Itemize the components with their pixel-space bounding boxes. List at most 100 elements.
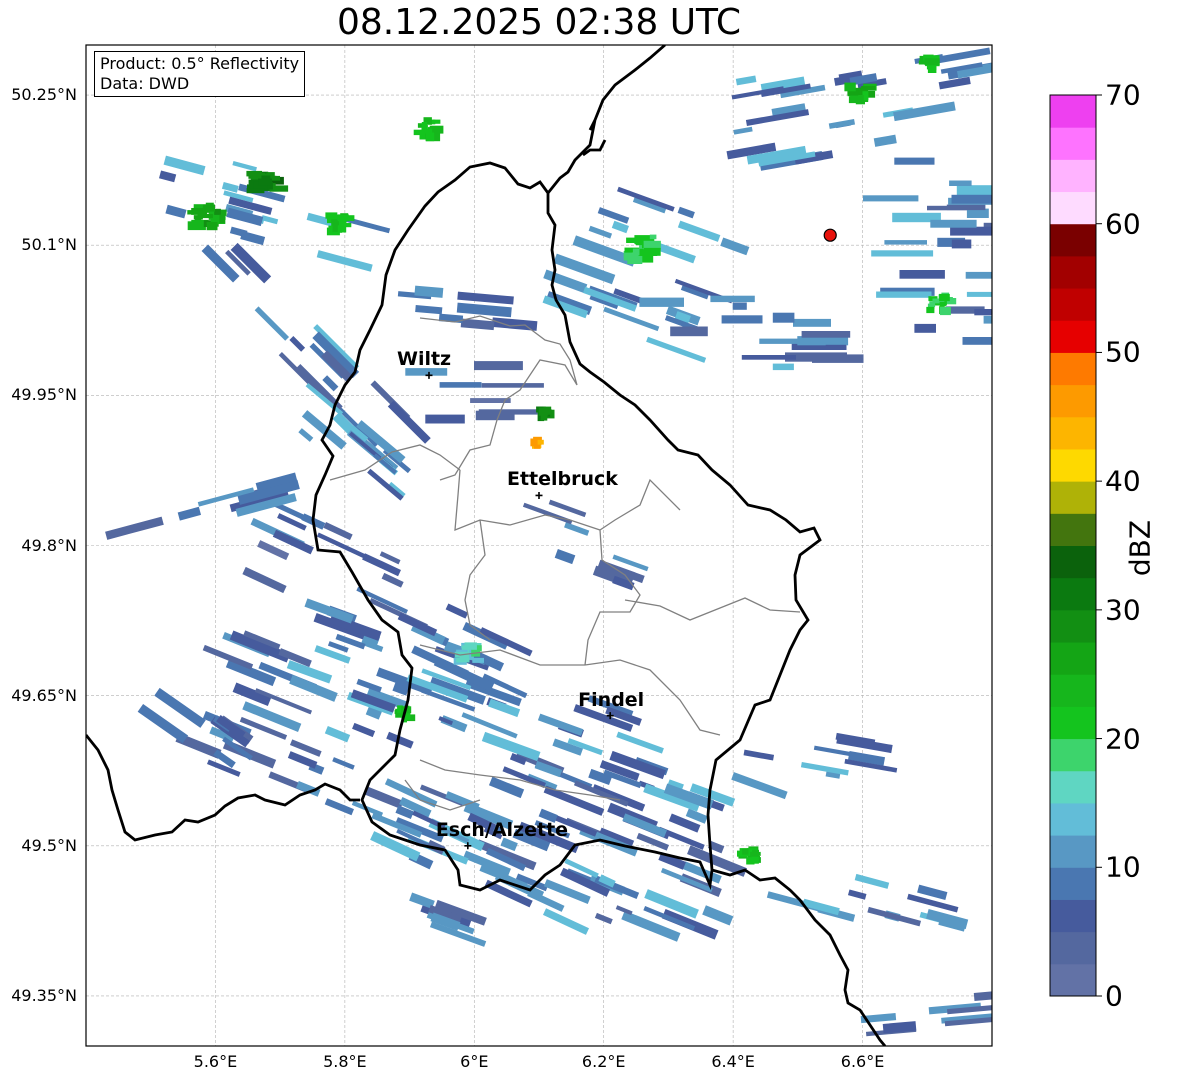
echo-cell [741, 355, 796, 360]
colorbar-segment [1050, 577, 1096, 611]
colorbar-segment [1050, 931, 1096, 965]
colorbar-segment [1050, 95, 1096, 128]
core-cell [246, 188, 265, 194]
core-cell [472, 657, 484, 663]
echo-cell [876, 291, 932, 298]
core-cell [844, 82, 856, 92]
lon-tick-label: 6°E [460, 1052, 489, 1071]
colorbar-tick-label: 60 [1105, 207, 1141, 241]
echo-cell [974, 309, 992, 316]
map-title: 08.12.2025 02:38 UTC [336, 2, 742, 43]
radar-site-marker [823, 228, 837, 242]
echo-cell [871, 250, 934, 257]
echo-cell [772, 363, 794, 371]
echo-cell [946, 204, 986, 211]
core-cell [197, 214, 213, 219]
colorbar-tick-label: 0 [1105, 979, 1123, 1013]
colorbar-segment [1050, 609, 1096, 643]
core-cell [332, 224, 338, 232]
core-cell [750, 851, 761, 856]
echo-cell [732, 302, 747, 310]
core-cell [426, 132, 435, 142]
lat-tick-label: 50.1°N [21, 235, 77, 255]
colorbar-segment [1050, 320, 1096, 353]
core-cell [258, 178, 272, 186]
echo-cell [949, 180, 972, 186]
lon-tick-label: 6.4°E [711, 1052, 755, 1071]
echo-cell [801, 331, 851, 338]
colorbar-segment [1050, 352, 1096, 386]
core-cell [540, 412, 548, 421]
lat-tick-label: 49.8°N [21, 535, 77, 555]
core-cell [343, 223, 352, 228]
core-cell [246, 170, 262, 177]
echo-cell [950, 226, 992, 236]
colorbar-segment [1050, 802, 1096, 836]
core-cell [345, 215, 355, 221]
colorbar-segment [1050, 706, 1096, 740]
echo-cell [721, 315, 763, 324]
echo-cell [474, 361, 523, 371]
echo-cell [983, 315, 992, 324]
echo-cell [670, 326, 708, 337]
core-cell [530, 438, 538, 447]
core-cell [643, 247, 661, 256]
core-cell [627, 256, 643, 264]
colorbar-segment [1050, 545, 1096, 579]
echo-cell [930, 219, 977, 228]
colorbar-segment [1050, 835, 1096, 868]
lon-tick-label: 5.6°E [193, 1052, 238, 1071]
lat-tick-label: 49.5°N [21, 835, 77, 855]
lon-tick-label: 5.8°E [323, 1052, 367, 1071]
colorbar-tick-label: 10 [1105, 850, 1141, 884]
colorbar-tick-label: 70 [1105, 78, 1141, 112]
core-cell [537, 439, 544, 445]
core-cell [421, 122, 428, 128]
echo-cell [825, 344, 847, 350]
colorbar-segment [1050, 770, 1096, 804]
lon-tick-label: 6.2°E [581, 1052, 626, 1071]
core-cell [202, 204, 215, 212]
echo-cell [425, 414, 465, 424]
lon-tick-label: 6.6°E [840, 1052, 885, 1071]
core-cell [927, 65, 937, 73]
colorbar-segment [1050, 416, 1096, 450]
colorbar-unit-label: dBZ [1123, 519, 1157, 577]
lat-tick-label: 50.25°N [11, 85, 77, 105]
core-cell [742, 848, 749, 855]
core-cell [939, 293, 950, 302]
colorbar-segment [1050, 223, 1096, 257]
lat-tick-label: 49.35°N [11, 985, 77, 1005]
colorbar-tick-label: 40 [1105, 464, 1141, 498]
core-cell [206, 222, 218, 231]
product-info-box: Product: 0.5° Reflectivity Data: DWD [94, 51, 306, 97]
echo-cell [481, 383, 544, 388]
core-cell [926, 306, 935, 314]
colorbar-segment [1050, 963, 1096, 997]
echo-cell [793, 318, 831, 327]
colorbar-tick-label: 30 [1105, 593, 1141, 627]
city-label: Ettelbruck [507, 468, 618, 491]
colorbar-segment [1050, 513, 1096, 546]
colorbar [1050, 95, 1096, 997]
echo-cell [759, 338, 800, 344]
core-cell [432, 119, 441, 124]
echo-cell [899, 270, 945, 279]
colorbar-segment [1050, 674, 1096, 707]
colorbar-segment [1050, 288, 1096, 321]
echo-cell [951, 239, 972, 249]
echo-cell [894, 157, 935, 165]
echo-cell [951, 194, 992, 204]
product-text: Product: 0.5° Reflectivity [100, 54, 300, 73]
colorbar-segment [1050, 255, 1096, 289]
city-label: Findel [578, 688, 645, 711]
data-source-text: Data: DWD [100, 74, 190, 93]
echo-cell [439, 382, 482, 388]
echo-cell [772, 312, 795, 323]
core-cell [848, 96, 862, 104]
echo-cell [639, 297, 684, 307]
lat-tick-label: 49.95°N [11, 385, 77, 405]
colorbar-segment [1050, 191, 1096, 225]
colorbar-segment [1050, 384, 1096, 418]
echo-cell [710, 295, 755, 303]
